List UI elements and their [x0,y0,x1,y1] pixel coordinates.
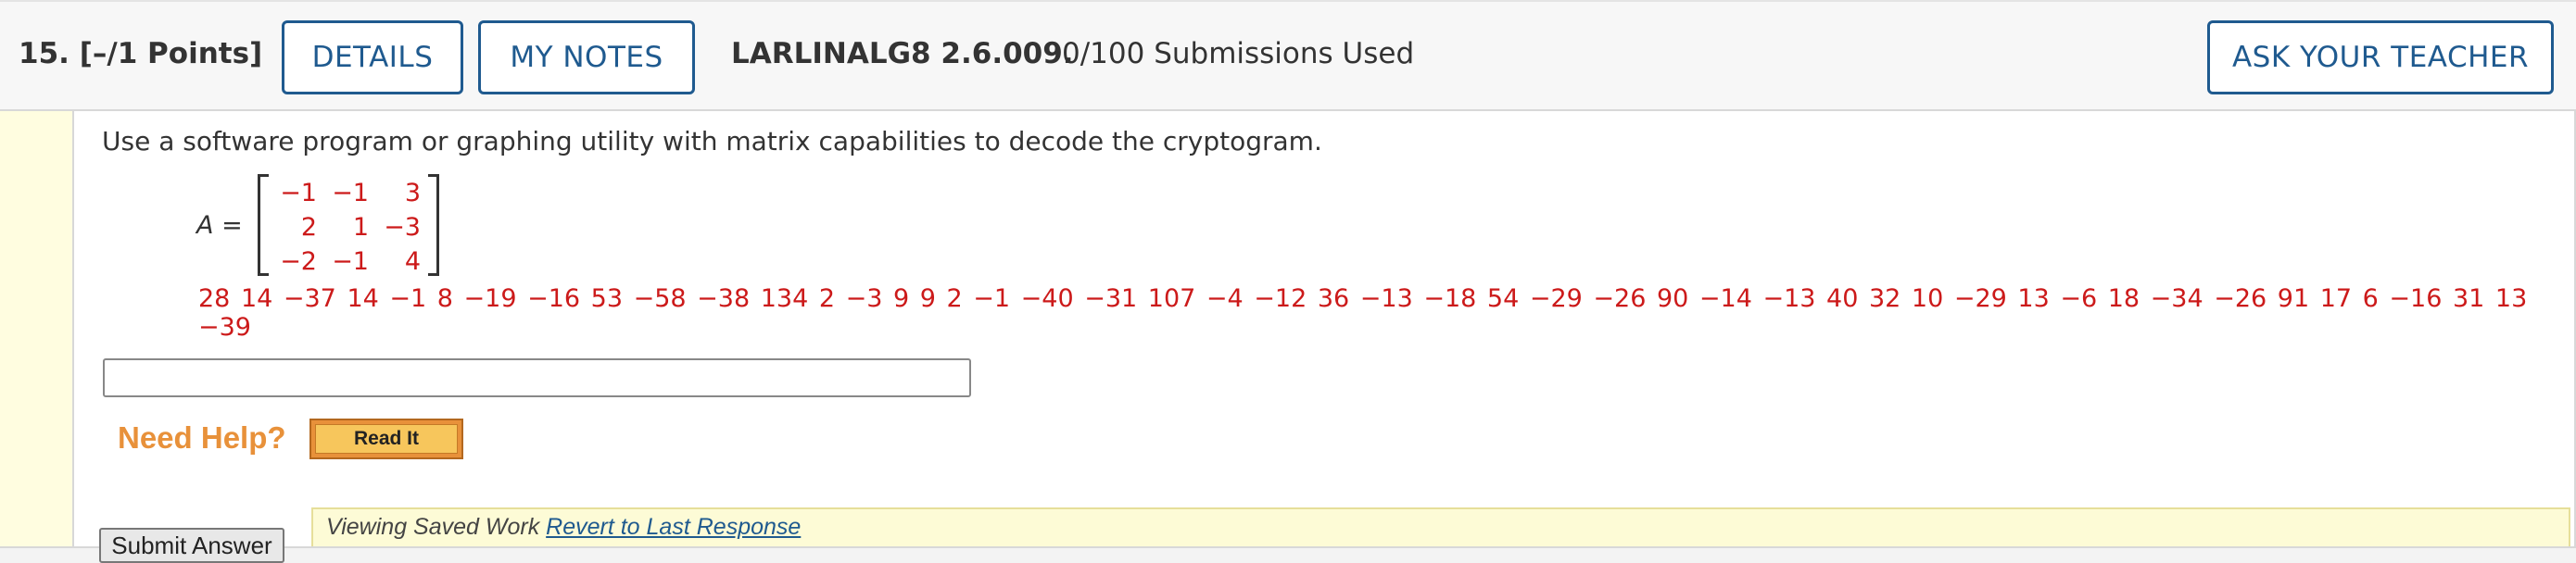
saved-work-text: Viewing Saved Work Revert to Last Respon… [326,514,801,541]
matrix-label: A = [196,211,243,240]
matrix-left-bracket [258,174,269,276]
viewing-saved-work-label: Viewing Saved Work [326,514,547,540]
matrix-cell: 1 [352,213,369,242]
problem-id: LARLINALG8 2.6.009. [731,37,1074,70]
my-notes-button[interactable]: MY NOTES [478,20,695,94]
matrix-cell: 3 [404,179,421,207]
matrix-name: A [196,211,214,240]
submissions-count: 0/100 Submissions Used [1062,37,1415,70]
details-button[interactable]: DETAILS [282,20,463,94]
bottom-divider [0,546,2576,563]
revert-link[interactable]: Revert to Last Response [546,514,801,540]
matrix-right-bracket [428,174,439,276]
matrix-cell: −3 [384,213,421,242]
matrix-a: −1 −1 3 2 1 −3 −2 −1 4 [271,176,426,279]
matrix-cell: −1 [332,179,369,207]
question-number: 15. [–/1 Points] [19,37,263,70]
problem-prompt: Use a software program or graphing utili… [102,126,1322,156]
matrix-cell: −1 [332,247,369,276]
cryptogram-numbers: 28 14 −37 14 −1 8 −19 −16 53 −58 −38 134… [198,284,2528,342]
left-margin-strip [0,111,74,546]
read-it-button[interactable]: Read It [309,419,463,459]
read-it-label: Read It [315,424,458,454]
answer-input[interactable] [103,358,971,397]
matrix-cell: 4 [404,247,421,276]
submit-answer-button[interactable]: Submit Answer [99,528,284,563]
ask-your-teacher-button[interactable]: ASK YOUR TEACHER [2207,20,2554,94]
need-help-label: Need Help? [118,420,286,455]
matrix-cell: −1 [280,179,317,207]
matrix-cell: 2 [300,213,317,242]
matrix-equals: = [213,211,243,240]
matrix-cell: −2 [280,247,317,276]
question-header: 15. [–/1 Points] DETAILS MY NOTES LARLIN… [0,0,2576,111]
